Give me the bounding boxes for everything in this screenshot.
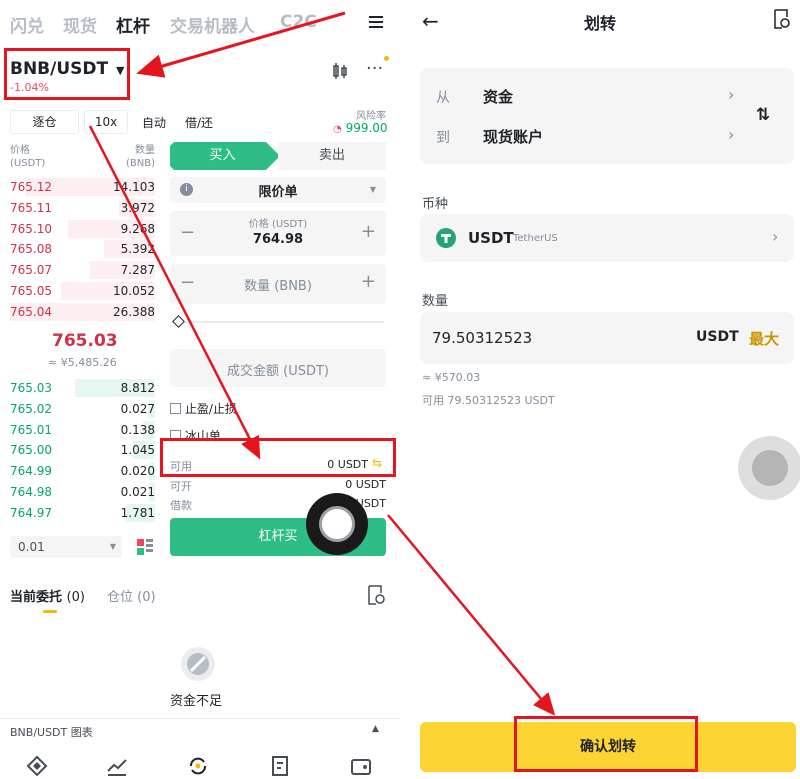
arrow-to-available xyxy=(88,125,261,460)
annotation-arrows xyxy=(88,11,556,716)
arrow-to-confirm xyxy=(387,514,556,716)
arrow-to-pair xyxy=(136,11,346,78)
